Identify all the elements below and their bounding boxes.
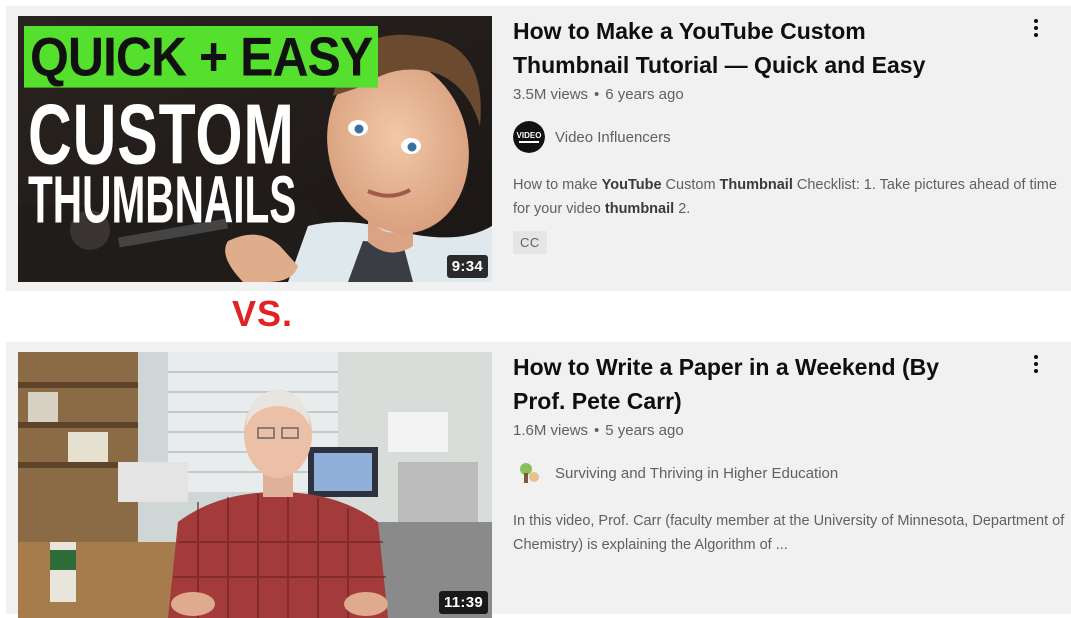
channel-avatar-1[interactable]: VIDEO <box>513 121 545 153</box>
video-title-1[interactable]: How to Make a YouTube Custom Thumbnail T… <box>513 14 983 82</box>
channel-avatar-text: VIDEO <box>517 131 542 140</box>
view-count: 3.5M views <box>513 86 589 103</box>
video-thumbnail-2[interactable]: 11:39 <box>18 352 492 618</box>
view-count: 1.6M views <box>513 422 589 439</box>
channel-avatar-2[interactable] <box>513 457 545 489</box>
video-result-card-2[interactable]: 11:39 How to Write a Paper in a Weekend … <box>6 342 1071 618</box>
more-options-icon-2[interactable] <box>1027 352 1045 376</box>
channel-name-1[interactable]: Video Influencers <box>555 129 671 146</box>
thumbnail-text-thumbnails: THUMBNAILS <box>28 162 297 238</box>
video-meta-2: 1.6M views • 5 years ago <box>513 422 684 439</box>
duration-badge: 9:34 <box>446 255 488 278</box>
video-meta-1: 3.5M views • 6 years ago <box>513 86 684 103</box>
channel-link-2[interactable]: Surviving and Thriving in Higher Educati… <box>513 457 1061 489</box>
video-description-2: In this video, Prof. Carr (faculty membe… <box>513 513 1065 553</box>
upload-age: 6 years ago <box>605 86 684 103</box>
thumbnail-text-quick-easy: QUICK + EASY <box>24 26 379 88</box>
upload-age: 5 years ago <box>605 422 684 439</box>
channel-link-1[interactable]: VIDEO Video Influencers <box>513 121 1061 153</box>
channel-name-2[interactable]: Surviving and Thriving in Higher Educati… <box>555 465 838 482</box>
thumbnail-image-2 <box>18 352 492 618</box>
video-thumbnail-1[interactable]: QUICK + EASY CUSTOM THUMBNAILS 9:34 <box>18 16 492 282</box>
video-result-card-1[interactable]: QUICK + EASY CUSTOM THUMBNAILS 9:34 How … <box>6 6 1071 291</box>
more-options-icon-1[interactable] <box>1027 16 1045 40</box>
video-info-1: How to Make a YouTube Custom Thumbnail T… <box>513 14 1061 254</box>
video-title-2[interactable]: How to Write a Paper in a Weekend (By Pr… <box>513 350 983 418</box>
vs-label: VS. <box>232 293 294 334</box>
duration-badge: 11:39 <box>438 591 488 614</box>
cc-badge: CC <box>513 231 547 254</box>
video-info-2: How to Write a Paper in a Weekend (By Pr… <box>513 350 1064 557</box>
video-description-1: How to make YouTube Custom Thumbnail Che… <box>513 177 1057 217</box>
